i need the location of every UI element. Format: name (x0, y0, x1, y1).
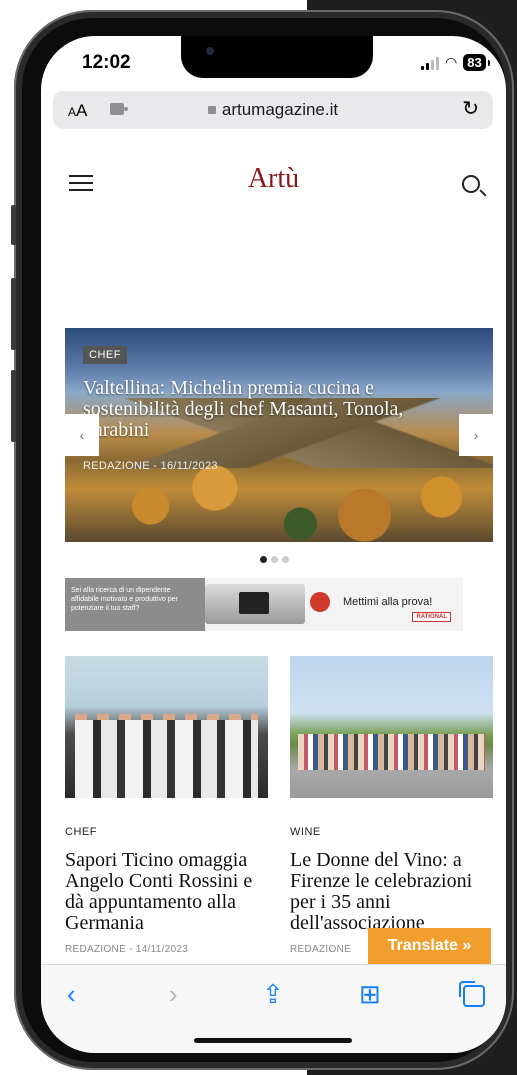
volume-up-button (11, 278, 16, 350)
address-bar[interactable]: AA artumagazine.it ↻ (53, 91, 493, 129)
status-time: 12:02 (82, 52, 131, 73)
article-card[interactable]: WINE Le Donne del Vino: a Firenze le cel… (290, 656, 493, 955)
slider-next-button[interactable]: › (459, 414, 493, 456)
hero-slider[interactable]: CHEF Valtellina: Michelin premia cucina … (65, 328, 493, 542)
lock-icon (207, 106, 216, 114)
url-text: artumagazine.it (221, 100, 339, 119)
search-icon[interactable] (462, 175, 480, 193)
article-category[interactable]: WINE (290, 826, 493, 838)
ad-cta[interactable]: Mettimi alla prova! (343, 596, 432, 608)
slider-prev-button[interactable]: ‹ (65, 414, 99, 456)
hero-category-tag[interactable]: CHEF (83, 346, 127, 364)
forward-icon[interactable]: › (169, 981, 178, 1007)
url-display[interactable]: artumagazine.it (53, 100, 493, 120)
share-icon[interactable]: ⇪ (262, 981, 284, 1007)
home-indicator[interactable] (194, 1038, 352, 1043)
volume-down-button (11, 370, 16, 442)
article-image[interactable] (290, 656, 493, 798)
slider-dot[interactable] (260, 556, 267, 563)
ad-banner[interactable]: Sei alla ricerca di un dipendente affida… (65, 578, 463, 631)
article-category[interactable]: CHEF (65, 826, 268, 838)
status-icons: ◠ 83 (421, 54, 491, 71)
translate-button[interactable]: Translate » (368, 928, 491, 964)
article-meta: REDAZIONE - 14/11/2023 (65, 944, 189, 955)
article-title[interactable]: Sapori Ticino omaggia Angelo Conti Rossi… (65, 850, 268, 934)
silent-switch (11, 205, 16, 245)
slider-dot[interactable] (282, 556, 289, 563)
slider-dots (260, 556, 289, 563)
site-logo[interactable]: Artù (41, 163, 506, 195)
battery-indicator: 83 (463, 54, 491, 71)
back-icon[interactable]: ‹ (67, 981, 76, 1007)
hero-meta: REDAZIONE - 16/11/2023 (83, 460, 218, 472)
phone-screen: 12:02 ◠ 83 AA artumagazine.it ↻ Artù CHE… (41, 36, 506, 1053)
tabs-icon[interactable] (459, 981, 485, 1007)
bookmarks-icon[interactable]: ⊞ (359, 981, 381, 1007)
slider-dot[interactable] (271, 556, 278, 563)
hero-title[interactable]: Valtellina: Michelin premia cucina e sos… (83, 378, 463, 441)
article-title[interactable]: Le Donne del Vino: a Firenze le celebraz… (290, 850, 493, 934)
article-image[interactable] (65, 656, 268, 798)
signal-icon (421, 56, 439, 70)
site-header: Artù (41, 161, 506, 205)
image-detail (75, 720, 258, 798)
notch (181, 36, 373, 78)
ad-tomato-image (310, 592, 330, 612)
ad-oven-image (205, 584, 305, 624)
camera-icon (206, 47, 214, 55)
reload-icon[interactable]: ↻ (462, 96, 479, 121)
article-card[interactable]: CHEF Sapori Ticino omaggia Angelo Conti … (65, 656, 268, 955)
wifi-icon: ◠ (445, 54, 458, 70)
ad-brand-logo: RATIONAL (412, 612, 451, 622)
ad-banner-text: Sei alla ricerca di un dipendente affida… (65, 578, 205, 631)
image-detail (298, 734, 485, 770)
